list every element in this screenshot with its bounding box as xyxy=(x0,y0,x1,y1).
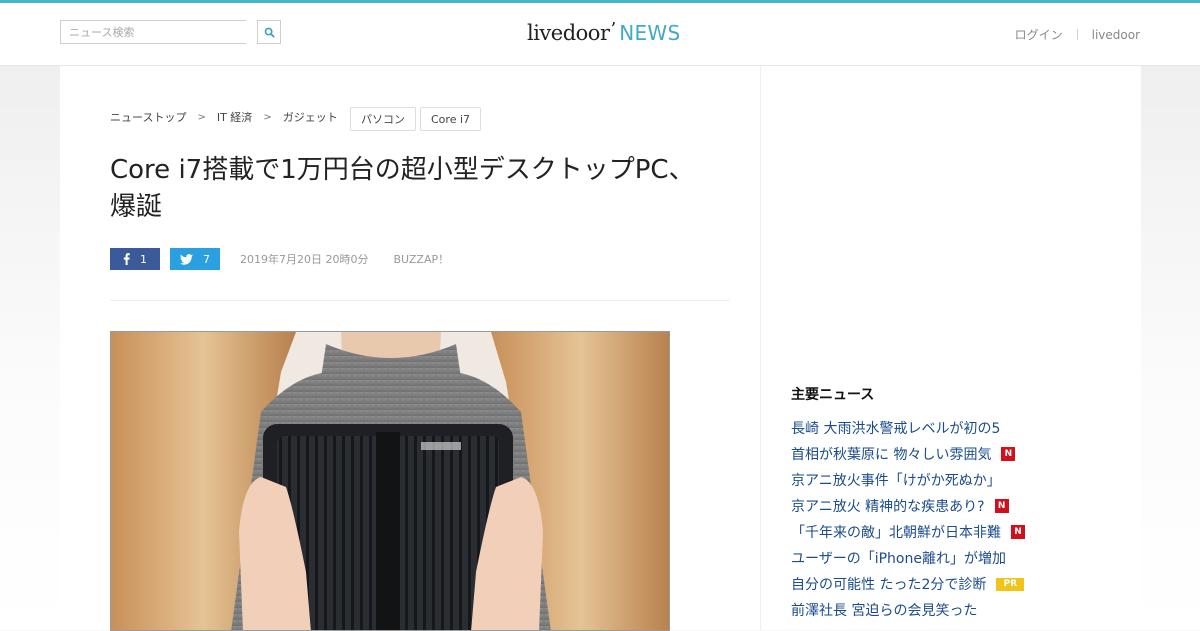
logo-news: NEWS xyxy=(619,21,681,45)
tag-pc[interactable]: パソコン xyxy=(350,107,416,131)
news-item-title[interactable]: 自分の可能性 たった2分で診断 xyxy=(791,574,986,594)
news-item-title[interactable]: 長崎 大雨洪水警戒レベルが初の5 xyxy=(791,418,1000,438)
news-item[interactable]: 「千年来の敵」北朝鮮が日本非難 N xyxy=(791,519,1025,545)
header-divider xyxy=(1076,29,1078,40)
article-column: ニューストップ > IT 経済 > ガジェット パソコン Core i7 Cor… xyxy=(60,66,760,631)
news-item[interactable]: 首相が秋葉原に 物々しい雰囲気 N xyxy=(791,441,1025,467)
article-date: 2019年7月20日 20時0分 xyxy=(240,253,369,266)
logo-livedoor: livedoor xyxy=(527,21,610,45)
search-form xyxy=(60,20,281,44)
breadcrumb-gadget[interactable]: ガジェット xyxy=(283,109,338,125)
title-divider xyxy=(110,300,730,301)
breadcrumb: ニューストップ > IT 経済 > ガジェット xyxy=(110,109,338,125)
news-item-title[interactable]: 前澤社長 宮迫らの会見笑った xyxy=(791,600,977,620)
article-source[interactable]: BUZZAP！ xyxy=(393,251,449,267)
new-badge: N xyxy=(1001,447,1016,461)
header-links: ログイン livedoor xyxy=(1015,26,1140,43)
news-item-title[interactable]: 京アニ放火 精神的な疾患あり? xyxy=(791,496,985,516)
search-icon xyxy=(264,27,275,38)
new-badge: N xyxy=(994,499,1009,513)
facebook-share-button[interactable]: 1 xyxy=(110,248,160,270)
logo-apostrophe-icon: ’ xyxy=(610,19,617,40)
article-photo xyxy=(110,331,670,631)
facebook-count: 1 xyxy=(140,252,147,266)
news-item[interactable]: 自分の可能性 たった2分で診断 PR xyxy=(791,571,1025,597)
sidebar: 主要ニュース 長崎 大雨洪水警戒レベルが初の5 首相が秋葉原に 物々しい雰囲気 … xyxy=(760,66,1141,630)
share-bar: 1 7 2019年7月20日 20時0分 BUZZAP！ xyxy=(110,248,449,270)
livedoor-link[interactable]: livedoor xyxy=(1092,28,1140,42)
twitter-count: 7 xyxy=(203,252,210,266)
news-item-title[interactable]: 「千年来の敵」北朝鮮が日本非難 xyxy=(791,522,1001,542)
search-input[interactable] xyxy=(60,20,246,44)
login-link[interactable]: ログイン xyxy=(1015,26,1063,43)
search-button[interactable] xyxy=(257,20,281,44)
tag-list: パソコン Core i7 xyxy=(350,107,485,131)
breadcrumb-news-top[interactable]: ニューストップ xyxy=(110,109,186,125)
twitter-share-button[interactable]: 7 xyxy=(170,248,220,270)
news-item-title[interactable]: 京アニ放火事件「けがか死ぬか」 xyxy=(791,470,1001,490)
news-item[interactable]: 京アニ放火事件「けがか死ぬか」 xyxy=(791,467,1025,493)
chevron-right-icon: > xyxy=(263,111,272,123)
new-badge: N xyxy=(1011,525,1025,539)
twitter-icon xyxy=(180,253,193,265)
tag-core-i7[interactable]: Core i7 xyxy=(420,107,482,131)
site-header: livedoor ’ NEWS ログイン livedoor xyxy=(0,3,1200,66)
news-item-title[interactable]: 首相が秋葉原に 物々しい雰囲気 xyxy=(791,444,991,464)
main-news-list: 長崎 大雨洪水警戒レベルが初の5 首相が秋葉原に 物々しい雰囲気 N 京アニ放火… xyxy=(791,415,1025,623)
pr-badge: PR xyxy=(996,577,1025,591)
article-title: Core i7搭載で1万円台の超小型デスクトップPC、爆誕 xyxy=(110,155,695,222)
site-logo[interactable]: livedoor ’ NEWS xyxy=(527,19,681,51)
news-item[interactable]: 京アニ放火 精神的な疾患あり? N xyxy=(791,493,1025,519)
news-item[interactable]: ユーザーの「iPhone離れ」が増加 xyxy=(791,545,1025,571)
news-item-title[interactable]: ユーザーの「iPhone離れ」が増加 xyxy=(791,548,1006,568)
facebook-icon xyxy=(123,253,130,265)
news-item[interactable]: 長崎 大雨洪水警戒レベルが初の5 xyxy=(791,415,1025,441)
news-item[interactable]: 前澤社長 宮迫らの会見笑った xyxy=(791,597,1025,623)
breadcrumb-it-economy[interactable]: IT 経済 xyxy=(217,109,252,125)
sidebar-heading: 主要ニュース xyxy=(791,387,875,403)
chevron-right-icon: > xyxy=(197,111,206,123)
mini-pc-photo xyxy=(111,332,669,630)
